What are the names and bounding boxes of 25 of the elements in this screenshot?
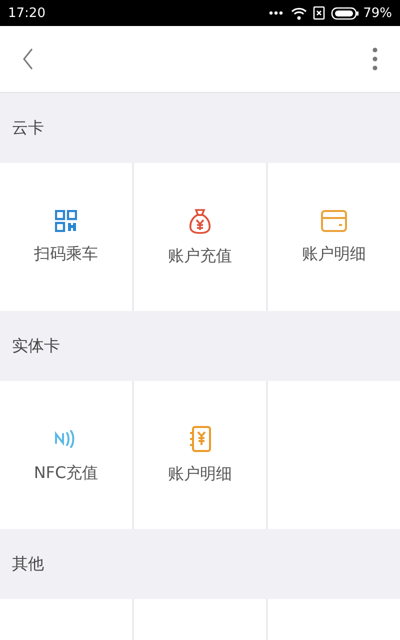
more-icon (269, 11, 284, 15)
card-icon (321, 210, 347, 232)
tile-label: 账户明细 (168, 464, 232, 484)
menu-tile[interactable]: 账户明细 (268, 163, 400, 311)
qr-code-icon (55, 210, 77, 232)
menu-tile[interactable]: 账户充值 (134, 163, 266, 311)
section-title: 其他 (12, 554, 44, 574)
section-title: 云卡 (12, 118, 44, 138)
more-vertical-icon (372, 47, 378, 71)
tile-label: 账户充值 (168, 246, 232, 266)
tile-label: NFC充值 (34, 462, 98, 484)
money-bag-icon (189, 208, 211, 234)
tile-label: 账户明细 (302, 244, 366, 264)
clock-time: 17:20 (8, 6, 46, 20)
no-sim-icon (313, 6, 326, 20)
section-title: 实体卡 (12, 336, 60, 356)
menu-tile[interactable]: NFC充值 (0, 381, 132, 529)
menu-tile[interactable]: 扫码乘车 (0, 163, 132, 311)
tile-label: 扫码乘车 (34, 244, 98, 264)
chevron-left-icon (22, 48, 34, 70)
ledger-icon (189, 426, 211, 452)
wifi-icon (291, 6, 308, 20)
menu-tile[interactable]: 账户明细 (134, 381, 266, 529)
battery-percent: 79% (363, 6, 392, 20)
battery-icon (331, 6, 360, 20)
